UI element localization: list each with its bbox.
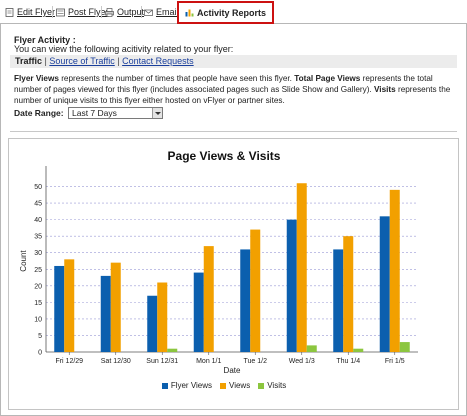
y-axis-label: Count: [19, 250, 28, 272]
bar: [250, 229, 261, 352]
x-tick-label: Thu 1/4: [336, 358, 360, 365]
legend-swatch: [258, 382, 265, 389]
legend-swatch: [161, 382, 168, 389]
y-tick-label: 40: [34, 217, 42, 224]
chart-legend: Flyer Views Views Visits: [0, 381, 448, 390]
bar: [100, 275, 111, 352]
y-tick-label: 5: [38, 333, 42, 340]
bar: [64, 259, 75, 352]
bar: [167, 348, 178, 352]
bar: [306, 345, 317, 352]
bar: [343, 236, 354, 352]
bar: [54, 265, 65, 352]
legend-label: Flyer Views: [170, 381, 213, 390]
bar: [296, 183, 307, 352]
y-tick-label: 25: [34, 267, 42, 274]
bar: [399, 342, 410, 352]
y-tick-label: 50: [34, 184, 42, 191]
x-tick-label: Fri 1/5: [385, 358, 405, 365]
bar: [353, 348, 364, 352]
x-tick-label: Wed 1/3: [289, 358, 315, 365]
x-axis-label: Date: [224, 366, 241, 375]
page-views-chart: 0 5 10 15 20 25 30 35 40 45 50 Fri 12/29 Sat 12/30 Su…: [19, 166, 418, 375]
x-tick-label: Mon 1/1: [196, 358, 221, 365]
x-tick-label: Tue 1/2: [244, 358, 268, 365]
legend-label: Views: [229, 381, 251, 390]
bar: [240, 249, 251, 352]
bar: [157, 282, 168, 352]
y-tick-label: 20: [34, 283, 42, 290]
y-tick-label: 10: [34, 316, 42, 323]
legend-item: Visits: [258, 381, 286, 390]
bar: [379, 216, 390, 352]
legend-label: Visits: [267, 381, 287, 390]
x-tick-label: Sun 12/31: [146, 358, 178, 365]
y-tick-label: 0: [38, 350, 42, 357]
y-tick-label: 35: [34, 234, 42, 241]
legend-swatch: [220, 382, 227, 389]
y-tick-label: 45: [34, 201, 42, 208]
bar: [147, 295, 158, 352]
bar: [110, 262, 121, 352]
bar: [193, 272, 204, 352]
y-tick-label: 30: [34, 250, 42, 257]
bar: [286, 219, 297, 352]
y-tick-label: 15: [34, 300, 42, 307]
bar: [203, 246, 214, 352]
bar: [333, 249, 344, 352]
x-tick-label: Sat 12/30: [101, 358, 131, 365]
legend-item: Views: [220, 381, 250, 390]
x-tick-label: Fri 12/29: [55, 358, 83, 365]
bar: [389, 189, 400, 352]
legend-item: Flyer Views: [161, 381, 213, 390]
